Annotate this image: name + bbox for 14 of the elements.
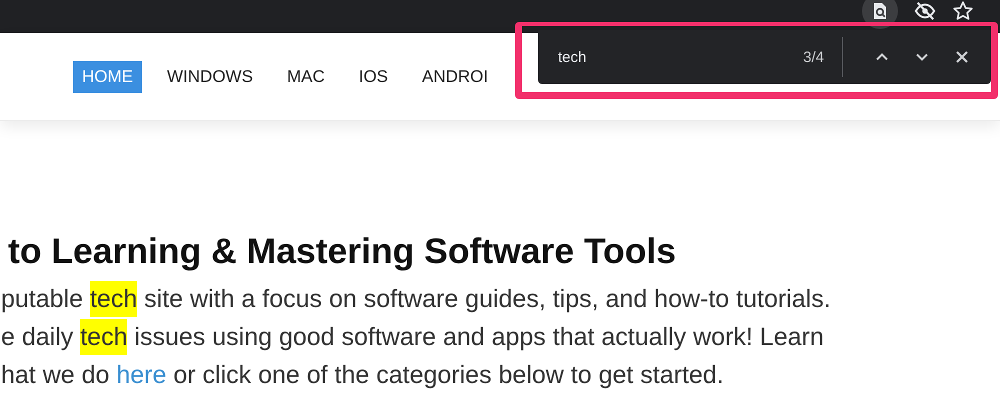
find-field[interactable]: tech [558,48,804,66]
star-icon[interactable] [952,0,974,22]
match-count: 3/4 [803,48,824,66]
close-icon[interactable] [955,50,969,64]
page-heading: to Learning & Mastering Software Tools [8,231,677,272]
eye-slash-icon[interactable] [914,0,936,22]
nav-link[interactable]: MAC [278,60,334,92]
nav-link[interactable]: WINDOWS [158,60,262,92]
nav-link[interactable]: ANDROI [413,60,498,92]
page-search-icon[interactable] [862,0,898,28]
nav-link[interactable]: IOS [350,60,398,92]
paragraph-line: putable tech site with a focus on software guides, tips, and how-to tutorials. [0,280,1000,318]
paragraph-line: e daily tech issues using good software and apps that actually work! Learn [0,318,1000,356]
paragraph-line: hat we do here or click one of the categories below to get started. [0,360,725,391]
